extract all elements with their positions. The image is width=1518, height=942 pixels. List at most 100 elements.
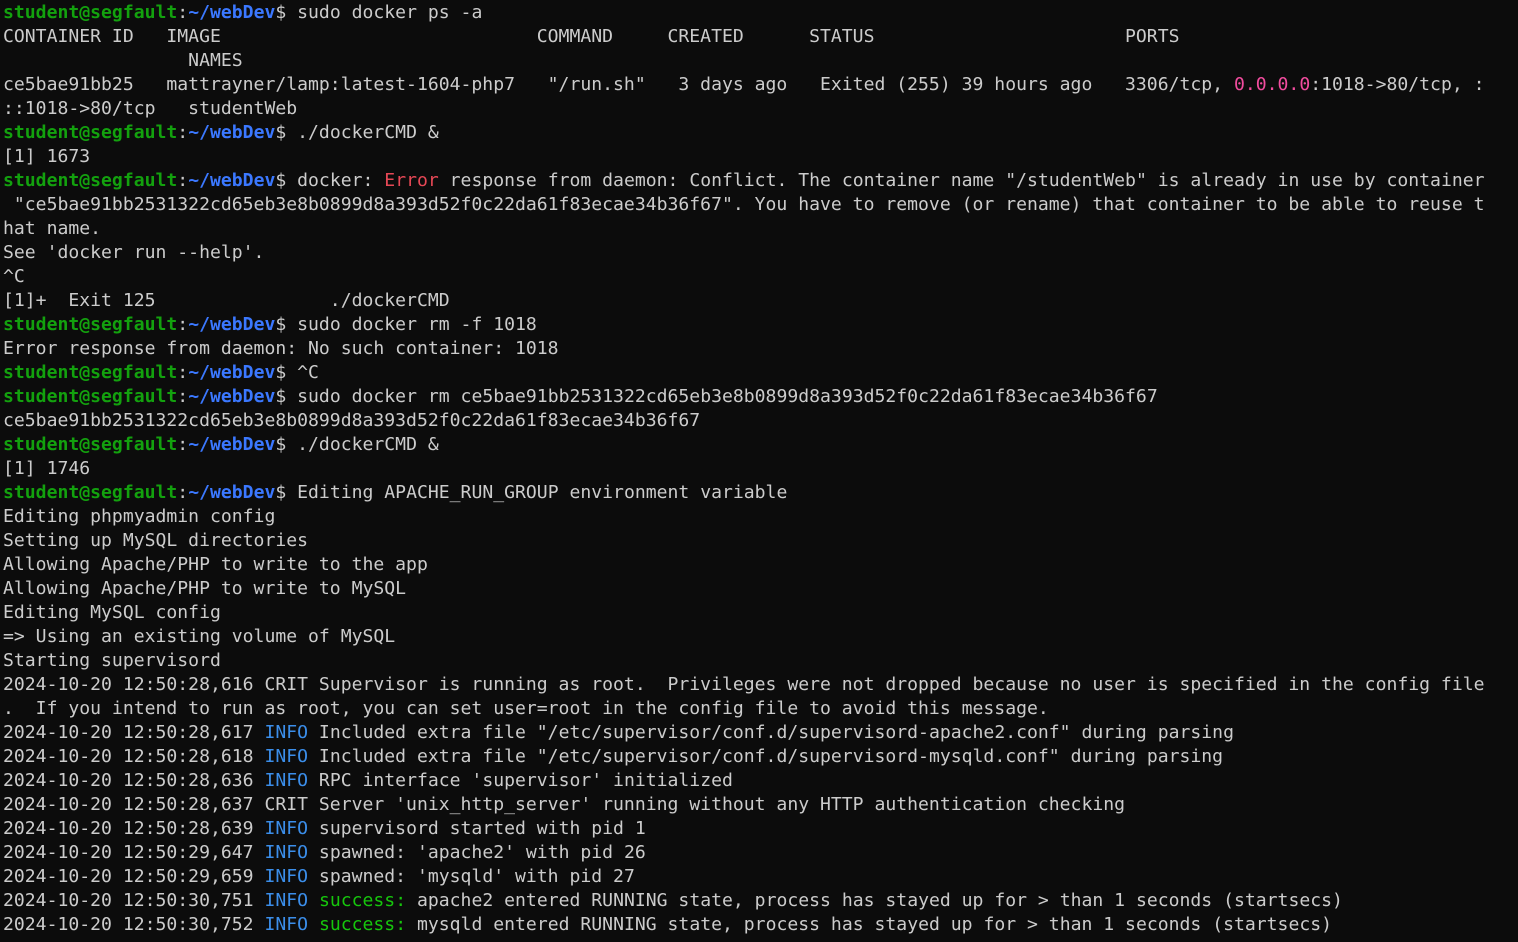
segment-green: success: bbox=[318, 890, 407, 911]
terminal-line: ce5bae91bb25 mattrayner/lamp:latest-1604… bbox=[3, 73, 1518, 97]
terminal-line: student@segfault:~/webDev$ ./dockerCMD & bbox=[3, 121, 1518, 145]
segment-prompt-user: student@segfault bbox=[3, 434, 178, 455]
terminal-line: 2024-10-20 12:50:28,636 INFO RPC interfa… bbox=[3, 769, 1518, 793]
terminal-line: student@segfault:~/webDev$ sudo docker r… bbox=[3, 385, 1518, 409]
terminal-line: 2024-10-20 12:50:29,647 INFO spawned: 'a… bbox=[3, 841, 1518, 865]
segment-text: $ sudo docker rm ce5bae91bb2531322cd65eb… bbox=[275, 386, 1158, 407]
terminal-line: ce5bae91bb2531322cd65eb3e8b0899d8a393d52… bbox=[3, 409, 1518, 433]
segment-text: :1018->80/tcp, : bbox=[1310, 74, 1485, 95]
segment-text: 2024-10-20 12:50:28,637 CRIT Server 'uni… bbox=[3, 794, 1126, 815]
terminal-line: Allowing Apache/PHP to write to MySQL bbox=[3, 577, 1518, 601]
segment-text: "ce5bae91bb2531322cd65eb3e8b0899d8a393d5… bbox=[3, 194, 1485, 215]
segment-prompt-path: ~/webDev bbox=[188, 482, 276, 503]
segment-prompt-path: ~/webDev bbox=[188, 362, 276, 383]
segment-prompt-user: student@segfault bbox=[3, 314, 178, 335]
segment-text: 2024-10-20 12:50:28,639 bbox=[3, 818, 265, 839]
segment-magenta: 0.0.0.0 bbox=[1233, 74, 1311, 95]
segment-text: : bbox=[177, 2, 189, 23]
segment-text: ce5bae91bb25 mattrayner/lamp:latest-1604… bbox=[3, 74, 1234, 95]
terminal-output[interactable]: student@segfault:~/webDev$ sudo docker p… bbox=[0, 0, 1518, 942]
segment-text: response from daemon: Conflict. The cont… bbox=[438, 170, 1485, 191]
segment-text: : bbox=[177, 434, 189, 455]
terminal-line: 2024-10-20 12:50:28,637 CRIT Server 'uni… bbox=[3, 793, 1518, 817]
segment-prompt-user: student@segfault bbox=[3, 482, 178, 503]
segment-text: 2024-10-20 12:50:28,617 bbox=[3, 722, 265, 743]
terminal-line: Allowing Apache/PHP to write to the app bbox=[3, 553, 1518, 577]
segment-prompt-user: student@segfault bbox=[3, 2, 178, 23]
segment-text: Included extra file "/etc/supervisor/con… bbox=[308, 746, 1224, 767]
terminal-line: [1] 1673 bbox=[3, 145, 1518, 169]
terminal-line: 2024-10-20 12:50:30,752 INFO success: my… bbox=[3, 913, 1518, 937]
segment-prompt-user: student@segfault bbox=[3, 386, 178, 407]
terminal-line: See 'docker run --help'. bbox=[3, 241, 1518, 265]
segment-text: 2024-10-20 12:50:30,751 bbox=[3, 890, 265, 911]
segment-text: $ ./dockerCMD & bbox=[275, 434, 439, 455]
segment-text: : bbox=[177, 122, 189, 143]
segment-text: RPC interface 'supervisor' initialized bbox=[308, 770, 733, 791]
segment-prompt-path: ~/webDev bbox=[188, 2, 276, 23]
terminal-line: hat name. bbox=[3, 217, 1518, 241]
terminal-line: student@segfault:~/webDev$ docker: Error… bbox=[3, 169, 1518, 193]
terminal-line: student@segfault:~/webDev$ ./dockerCMD & bbox=[3, 433, 1518, 457]
segment-text: 2024-10-20 12:50:28,636 bbox=[3, 770, 265, 791]
terminal-line: Editing MySQL config bbox=[3, 601, 1518, 625]
segment-text: Editing MySQL config bbox=[3, 602, 221, 623]
segment-blue: INFO bbox=[264, 914, 309, 935]
segment-text: ::1018->80/tcp studentWeb bbox=[3, 98, 298, 119]
terminal-line: [1] 1746 bbox=[3, 457, 1518, 481]
segment-text: supervisord started with pid 1 bbox=[308, 818, 646, 839]
segment-text: Included extra file "/etc/supervisor/con… bbox=[308, 722, 1234, 743]
terminal-line: Starting supervisord bbox=[3, 649, 1518, 673]
terminal-line: Editing phpmyadmin config bbox=[3, 505, 1518, 529]
segment-text: : bbox=[177, 170, 189, 191]
segment-text: : bbox=[177, 362, 189, 383]
segment-blue: INFO bbox=[264, 770, 309, 791]
segment-blue: INFO bbox=[264, 746, 309, 767]
segment-text: => Using an existing volume of MySQL bbox=[3, 626, 396, 647]
segment-blue: INFO bbox=[264, 842, 309, 863]
segment-text: [1] 1746 bbox=[3, 458, 91, 479]
segment-text: ^C bbox=[3, 266, 25, 287]
segment-text: : bbox=[177, 386, 189, 407]
terminal-line: 2024-10-20 12:50:28,617 INFO Included ex… bbox=[3, 721, 1518, 745]
segment-text: ce5bae91bb2531322cd65eb3e8b0899d8a393d52… bbox=[3, 410, 701, 431]
segment-text: . If you intend to run as root, you can … bbox=[3, 698, 1049, 719]
segment-text: spawned: 'apache2' with pid 26 bbox=[308, 842, 646, 863]
terminal-line: ::1018->80/tcp studentWeb bbox=[3, 97, 1518, 121]
segment-text: See 'docker run --help'. bbox=[3, 242, 265, 263]
segment-prompt-path: ~/webDev bbox=[188, 170, 276, 191]
terminal-line: [1]+ Exit 125 ./dockerCMD bbox=[3, 289, 1518, 313]
terminal-line: CONTAINER ID IMAGE COMMAND CREATED STATU… bbox=[3, 25, 1518, 49]
segment-text: 2024-10-20 12:50:28,618 bbox=[3, 746, 265, 767]
segment-text: 2024-10-20 12:50:30,752 bbox=[3, 914, 265, 935]
terminal-line: Error response from daemon: No such cont… bbox=[3, 337, 1518, 361]
segment-text: 2024-10-20 12:50:29,647 bbox=[3, 842, 265, 863]
segment-text: Allowing Apache/PHP to write to MySQL bbox=[3, 578, 407, 599]
segment-text: Error response from daemon: No such cont… bbox=[3, 338, 559, 359]
segment-prompt-path: ~/webDev bbox=[188, 122, 276, 143]
terminal-line: student@segfault:~/webDev$ Editing APACH… bbox=[3, 481, 1518, 505]
segment-green: success: bbox=[318, 914, 407, 935]
segment-text: hat name. bbox=[3, 218, 102, 239]
segment-text: mysqld entered RUNNING state, process ha… bbox=[406, 914, 1333, 935]
segment-prompt-user: student@segfault bbox=[3, 170, 178, 191]
terminal-line: => Using an existing volume of MySQL bbox=[3, 625, 1518, 649]
terminal-line: NAMES bbox=[3, 49, 1518, 73]
terminal-line: Setting up MySQL directories bbox=[3, 529, 1518, 553]
segment-text: $ sudo docker rm -f 1018 bbox=[275, 314, 537, 335]
terminal-line: "ce5bae91bb2531322cd65eb3e8b0899d8a393d5… bbox=[3, 193, 1518, 217]
segment-text: 2024-10-20 12:50:28,616 CRIT Supervisor … bbox=[3, 674, 1485, 695]
segment-text: [1] 1673 bbox=[3, 146, 91, 167]
segment-blue: INFO bbox=[264, 722, 309, 743]
terminal-line: 2024-10-20 12:50:28,616 CRIT Supervisor … bbox=[3, 673, 1518, 697]
segment-text: : bbox=[177, 314, 189, 335]
segment-prompt-path: ~/webDev bbox=[188, 386, 276, 407]
segment-text: spawned: 'mysqld' with pid 27 bbox=[308, 866, 635, 887]
segment-text: CONTAINER ID IMAGE COMMAND CREATED STATU… bbox=[3, 26, 1180, 47]
segment-prompt-path: ~/webDev bbox=[188, 434, 276, 455]
terminal-line: 2024-10-20 12:50:28,639 INFO supervisord… bbox=[3, 817, 1518, 841]
segment-text: $ sudo docker ps -a bbox=[275, 2, 483, 23]
segment-text: $ ^C bbox=[275, 362, 319, 383]
segment-blue: INFO bbox=[264, 866, 309, 887]
terminal-line: student@segfault:~/webDev$ ^C bbox=[3, 361, 1518, 385]
